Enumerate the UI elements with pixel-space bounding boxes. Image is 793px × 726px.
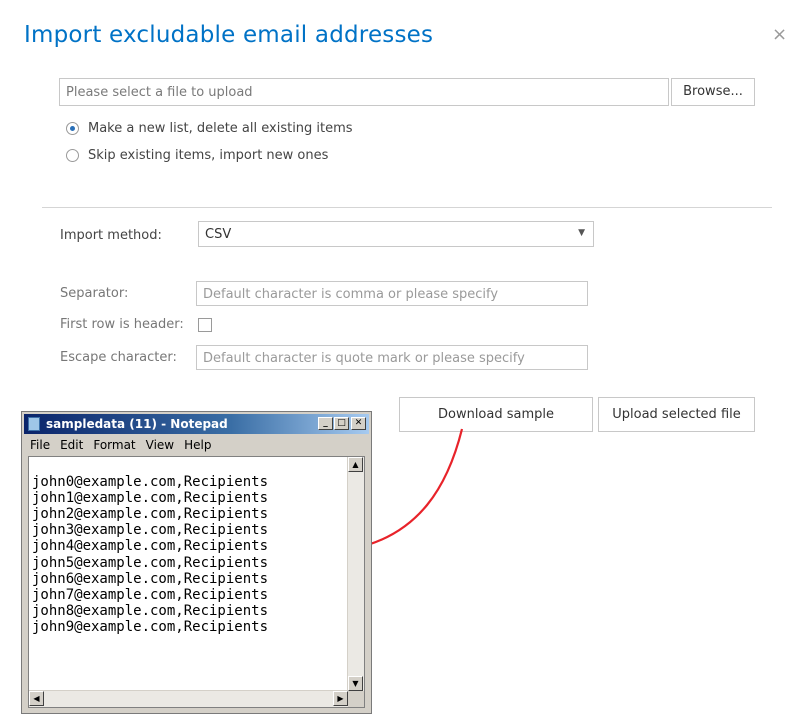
menu-help[interactable]: Help — [184, 436, 211, 454]
notepad-icon — [28, 417, 40, 431]
menu-file[interactable]: File — [30, 436, 50, 454]
text-line: john4@example.com,Recipients — [32, 538, 269, 555]
upload-selected-file-button[interactable]: Upload selected file — [598, 397, 755, 432]
resize-grip-icon[interactable] — [348, 691, 364, 707]
menu-view[interactable]: View — [146, 436, 174, 454]
notepad-title: sampledata (11) - Notepad — [46, 417, 228, 431]
scroll-up-icon[interactable]: ▲ — [348, 457, 363, 472]
menu-format[interactable]: Format — [93, 436, 135, 454]
import-method-label: Import method: — [60, 228, 162, 243]
option-new-list[interactable]: Make a new list, delete all existing ite… — [66, 121, 353, 136]
text-line: john8@example.com,Recipients — [32, 602, 269, 619]
scroll-down-icon[interactable]: ▼ — [348, 676, 363, 691]
separator-label: Separator: — [60, 286, 129, 301]
vertical-scrollbar[interactable]: ▲ ▼ — [347, 457, 364, 691]
notepad-menubar: File Edit Format View Help — [24, 436, 369, 454]
text-line: john5@example.com,Recipients — [32, 554, 269, 571]
minimize-icon[interactable]: _ — [318, 417, 333, 430]
text-line: john3@example.com,Recipients — [32, 522, 269, 539]
horizontal-scrollbar[interactable]: ◀ ▶ — [29, 690, 348, 707]
close-icon[interactable]: × — [772, 24, 787, 45]
import-method-value: CSV — [205, 227, 232, 242]
radio-skip-existing[interactable] — [66, 149, 79, 162]
radio-new-list[interactable] — [66, 122, 79, 135]
text-line: john0@example.com,Recipients — [32, 474, 269, 491]
scroll-left-icon[interactable]: ◀ — [29, 691, 44, 706]
text-line: john6@example.com,Recipients — [32, 570, 269, 587]
option-skip-existing[interactable]: Skip existing items, import new ones — [66, 148, 328, 163]
maximize-icon[interactable]: □ — [334, 417, 349, 430]
escape-character-input[interactable]: Default character is quote mark or pleas… — [196, 345, 588, 370]
section-divider — [42, 207, 772, 208]
text-line: john1@example.com,Recipients — [32, 490, 269, 507]
first-row-header-checkbox[interactable] — [198, 318, 212, 332]
menu-edit[interactable]: Edit — [60, 436, 83, 454]
scroll-right-icon[interactable]: ▶ — [333, 691, 348, 706]
close-window-icon[interactable]: ✕ — [351, 417, 366, 430]
text-line: john7@example.com,Recipients — [32, 586, 269, 603]
text-line: john2@example.com,Recipients — [32, 506, 269, 523]
text-line: john9@example.com,Recipients — [32, 618, 269, 635]
import-method-select[interactable]: CSV ▼ — [198, 221, 594, 247]
notepad-content: john0@example.com,Recipients john1@exampl… — [32, 458, 268, 667]
option-skip-existing-label: Skip existing items, import new ones — [88, 148, 329, 163]
dialog-title: Import excludable email addresses — [24, 22, 434, 48]
notepad-titlebar[interactable]: sampledata (11) - Notepad _ □ ✕ — [24, 414, 369, 434]
separator-input[interactable]: Default character is comma or please spe… — [196, 281, 588, 306]
chevron-down-icon: ▼ — [578, 228, 585, 238]
browse-button[interactable]: Browse... — [671, 78, 755, 106]
notepad-text-area[interactable]: john0@example.com,Recipients john1@exampl… — [28, 456, 365, 708]
option-new-list-label: Make a new list, delete all existing ite… — [88, 121, 353, 136]
escape-character-label: Escape character: — [60, 350, 177, 365]
notepad-window: sampledata (11) - Notepad _ □ ✕ File Edit… — [21, 411, 372, 714]
first-row-header-label: First row is header: — [60, 317, 184, 332]
file-upload-input[interactable]: Please select a file to upload — [59, 78, 669, 106]
